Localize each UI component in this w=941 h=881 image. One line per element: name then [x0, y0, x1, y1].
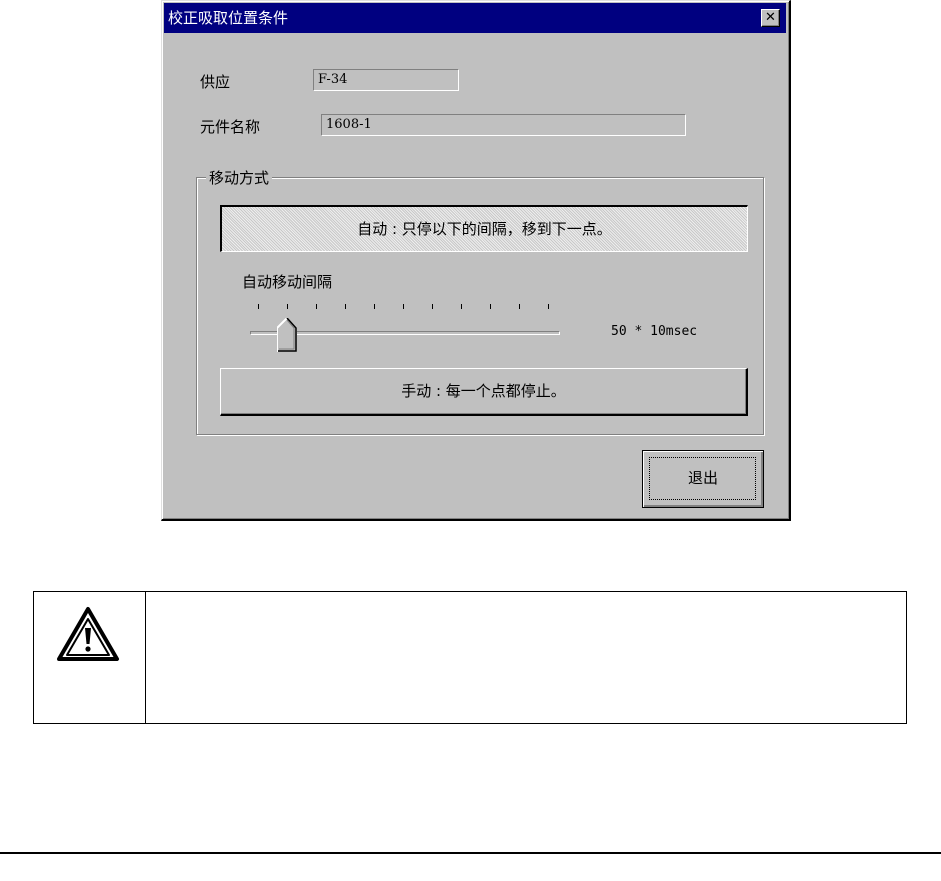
warning-divider — [145, 592, 146, 723]
focus-rect — [649, 457, 756, 500]
interval-slider-thumb[interactable] — [277, 318, 297, 352]
interval-value: 50 * 10msec — [611, 324, 698, 339]
auto-mode-button[interactable]: 自动 : 只停以下的间隔，移到下一点。 — [220, 205, 748, 252]
slider-tick — [432, 304, 433, 309]
slider-tick — [316, 304, 317, 309]
dialog-title: 校正吸取位置条件 — [168, 9, 289, 27]
part-name-field: 1608-1 — [321, 114, 686, 136]
calibration-dialog: 校正吸取位置条件 ✕ 供应 F-34 元件名称 1608-1 移动方式 自动 :… — [161, 0, 791, 521]
close-button[interactable]: ✕ — [761, 9, 780, 27]
exit-button[interactable]: 退出 — [642, 450, 764, 508]
warning-triangle-icon — [57, 607, 119, 661]
page-bottom-rule — [0, 852, 941, 854]
slider-tick — [403, 304, 404, 309]
slider-tick — [258, 304, 259, 309]
slider-tick — [374, 304, 375, 309]
supply-field: F-34 — [313, 69, 459, 91]
supply-label: 供应 — [200, 73, 231, 91]
part-name-label: 元件名称 — [200, 118, 261, 136]
warning-box — [33, 591, 907, 724]
slider-tick — [490, 304, 491, 309]
slider-tick — [519, 304, 520, 309]
slider-tick — [345, 304, 346, 309]
slider-tick — [461, 304, 462, 309]
auto-interval-label: 自动移动间隔 — [242, 273, 333, 291]
manual-mode-button[interactable]: 手动 : 每一个点都停止。 — [220, 368, 748, 416]
move-mode-legend: 移动方式 — [206, 169, 273, 187]
title-bar[interactable]: 校正吸取位置条件 ✕ — [164, 3, 786, 33]
slider-tick — [548, 304, 549, 309]
slider-tick — [287, 304, 288, 309]
